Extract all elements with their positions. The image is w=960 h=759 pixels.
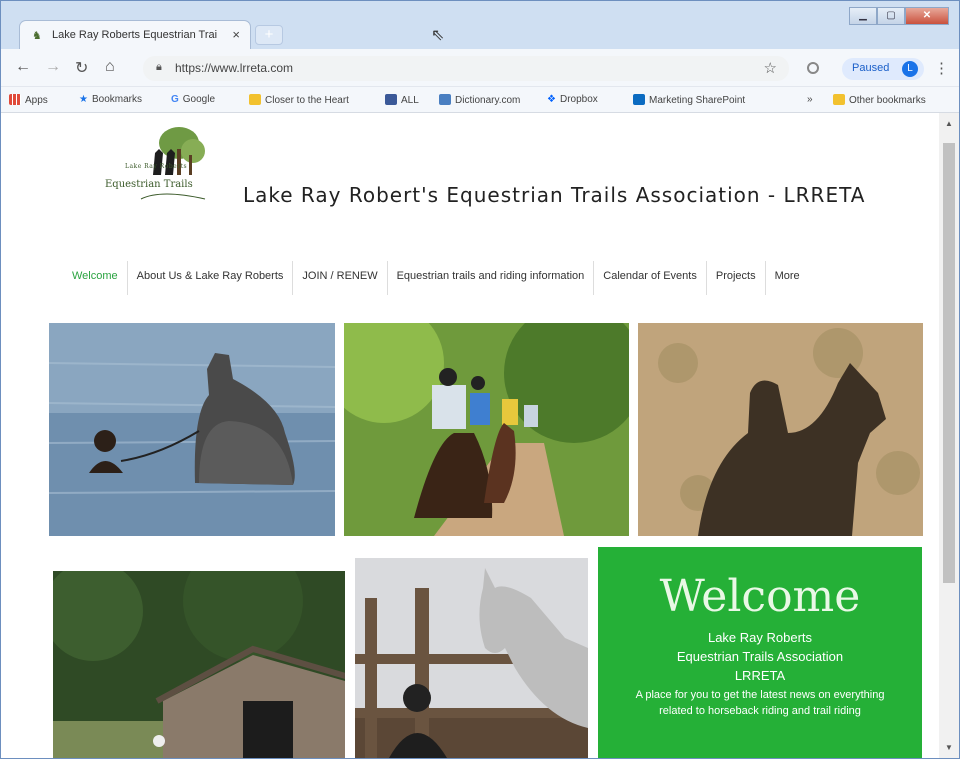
browser-window: ♞ Lake Ray Roberts Equestrian Trai × + ⇖… <box>0 0 960 759</box>
logo-line-1: Lake Ray Roberts <box>125 163 188 170</box>
window-controls: ▁ ▢ ✕ <box>849 7 949 25</box>
bookmarks-bar: Apps ★ Bookmarks G Google Closer to the He… <box>1 87 959 113</box>
nav-welcome[interactable]: Welcome <box>63 261 128 295</box>
site-title: Lake Ray Robert's Equestrian Trails Asso… <box>243 183 866 207</box>
welcome-tagline: A place for you to get the latest news o… <box>635 689 885 717</box>
scrollbar-thumb[interactable] <box>943 143 955 583</box>
address-toolbar: ← → ↻ ⌂ 🔒︎ https://www.lrreta.com ☆ Paus… <box>1 49 959 87</box>
profile-button[interactable]: Paused L <box>842 58 924 80</box>
site-navigation: Welcome About Us & Lake Ray Roberts JOIN… <box>63 261 809 295</box>
dictionary-icon <box>439 94 451 105</box>
bookmark-closer-to-the-heart[interactable]: Closer to the Heart <box>249 94 349 106</box>
welcome-heading: Welcome <box>659 571 861 622</box>
window-close-button[interactable]: ✕ <box>905 7 949 25</box>
google-icon: G <box>171 94 179 105</box>
home-icon[interactable]: ⌂ <box>105 58 115 76</box>
url-text: https://www.lrreta.com <box>175 61 294 75</box>
bookmark-all[interactable]: ALL <box>385 94 419 106</box>
nav-projects[interactable]: Projects <box>707 261 766 295</box>
site-favicon: ♞ <box>32 30 42 42</box>
nav-more[interactable]: More <box>766 261 809 295</box>
profile-status-label: Paused <box>852 62 890 74</box>
nav-calendar[interactable]: Calendar of Events <box>594 261 707 295</box>
facebook-icon <box>385 94 397 105</box>
welcome-line-3: LRRETA <box>734 668 786 683</box>
photo-grey-horse-fence <box>355 558 588 758</box>
extension-icon[interactable] <box>807 62 819 74</box>
bookmark-apps[interactable]: Apps <box>9 94 48 106</box>
photo-trail-riders <box>344 323 629 536</box>
reload-icon[interactable]: ↻ <box>75 58 88 78</box>
minimize-button[interactable]: ▁ <box>849 7 877 25</box>
dropbox-icon: ❖ <box>547 94 556 105</box>
lock-icon: 🔒︎ <box>156 61 162 73</box>
nav-join-renew[interactable]: JOIN / RENEW <box>293 261 388 295</box>
tab-strip: ♞ Lake Ray Roberts Equestrian Trai × + ⇖… <box>1 1 959 49</box>
bookmark-dropbox[interactable]: ❖ Dropbox <box>547 94 598 105</box>
apps-grid-icon <box>9 94 21 105</box>
web-page: Lake Ray Roberts Equestrian Trails Lake … <box>13 113 939 758</box>
bookmark-bookmarks[interactable]: ★ Bookmarks <box>79 94 142 105</box>
mouse-pointer-icon: ⇖ <box>431 27 445 44</box>
browser-tab[interactable]: ♞ Lake Ray Roberts Equestrian Trai × <box>19 20 251 49</box>
browser-menu-icon[interactable]: ⋮ <box>934 59 949 77</box>
bookmark-star-icon[interactable]: ☆ <box>764 59 777 77</box>
back-arrow-icon[interactable]: ← <box>15 58 31 76</box>
photo-rider-shadow <box>638 323 923 536</box>
welcome-panel: Welcome Lake Ray Roberts Equestrian Trai… <box>598 547 922 758</box>
photo-barn <box>53 571 345 758</box>
sharepoint-icon <box>633 94 645 105</box>
tab-title: Lake Ray Roberts Equestrian Trai <box>52 29 218 41</box>
bookmark-google[interactable]: G Google <box>171 94 215 105</box>
other-bookmarks[interactable]: Other bookmarks <box>833 94 926 106</box>
bookmark-marketing-sharepoint[interactable]: Marketing SharePoint <box>633 94 745 106</box>
folder-icon <box>833 94 845 105</box>
folder-icon <box>249 94 261 105</box>
maximize-button[interactable]: ▢ <box>877 7 905 25</box>
bookmark-dictionary[interactable]: Dictionary.com <box>439 94 520 106</box>
welcome-line-1: Lake Ray Roberts <box>707 630 813 645</box>
tab-close-icon[interactable]: × <box>232 27 240 42</box>
nav-trails-info[interactable]: Equestrian trails and riding information <box>388 261 595 295</box>
new-tab-button[interactable]: + <box>255 25 283 45</box>
logo-line-2: Equestrian Trails <box>105 179 193 190</box>
star-icon: ★ <box>79 94 88 105</box>
scroll-down-arrow-icon[interactable]: ▼ <box>945 743 953 752</box>
welcome-line-2: Equestrian Trails Association <box>676 649 844 664</box>
photo-horse-swimming <box>49 323 335 536</box>
avatar: L <box>902 61 918 77</box>
forward-arrow-icon[interactable]: → <box>45 58 61 76</box>
bookmarks-overflow-chevron-icon[interactable]: » <box>807 94 813 105</box>
nav-about-us[interactable]: About Us & Lake Ray Roberts <box>128 261 294 295</box>
scroll-up-arrow-icon[interactable]: ▲ <box>945 119 953 128</box>
vertical-scrollbar[interactable]: ▲ ▼ <box>939 113 959 758</box>
address-bar[interactable]: 🔒︎ https://www.lrreta.com ☆ <box>143 56 789 81</box>
